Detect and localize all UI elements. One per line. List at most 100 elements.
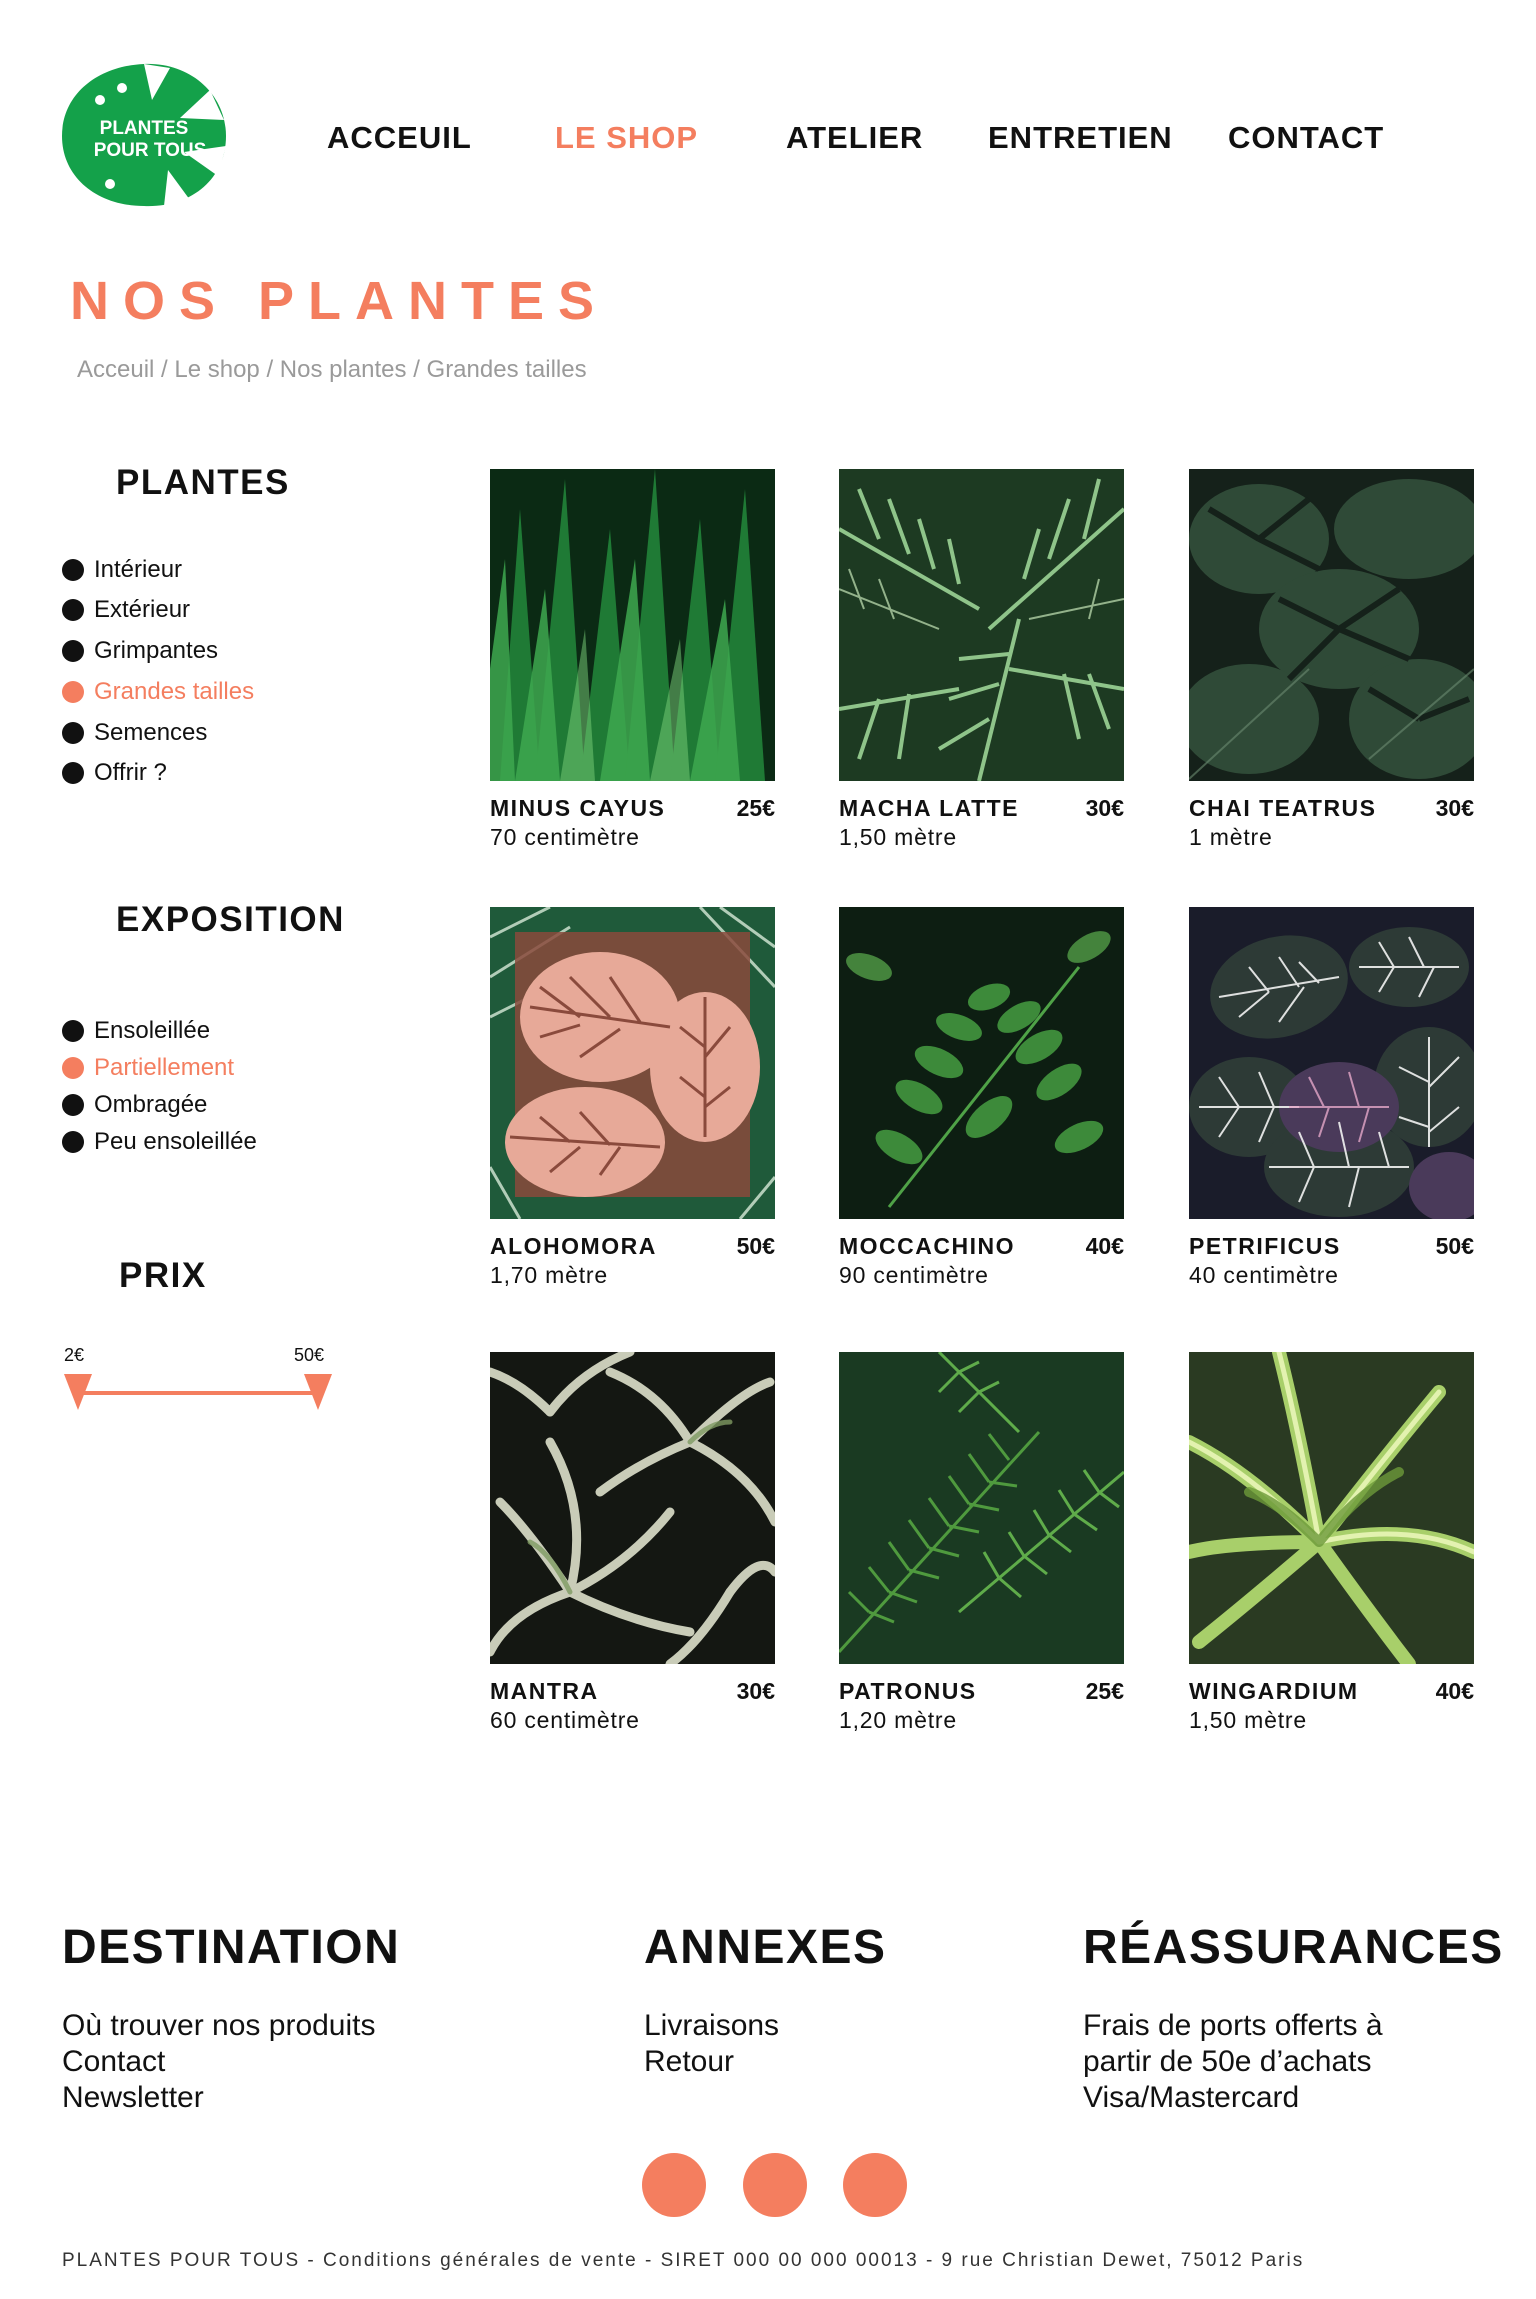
filter-offrir[interactable]: Offrir ? — [62, 753, 254, 793]
nav-le-shop[interactable]: LE SHOP — [555, 120, 698, 156]
price-slider-track — [64, 1374, 332, 1410]
footer-list-annexes: Livraisons Retour — [644, 2008, 779, 2080]
product-card[interactable]: MOCCACHINO 40€ 90 centimètre — [839, 907, 1124, 1289]
footer-text-payment: Visa/Mastercard — [1083, 2081, 1300, 2114]
nav-entretien[interactable]: ENTRETIEN — [988, 120, 1173, 156]
product-card[interactable]: CHAI TEATRUS 30€ 1 mètre — [1189, 469, 1474, 851]
product-image[interactable] — [1189, 1352, 1474, 1664]
filter-label: Peu ensoleillée — [94, 1127, 257, 1155]
product-size: 1,20 mètre — [839, 1707, 957, 1733]
filter-heading-plantes: PLANTES — [116, 463, 290, 502]
product-name: CHAI TEATRUS — [1189, 795, 1377, 821]
product-size: 1,50 mètre — [1189, 1707, 1307, 1733]
spider-plant-image — [1189, 1352, 1474, 1664]
bullet-dot-icon — [62, 681, 84, 703]
nav-atelier[interactable]: ATELIER — [786, 120, 923, 156]
product-card[interactable]: MACHA LATTE 30€ 1,50 mètre — [839, 469, 1124, 851]
filter-label: Grimpantes — [94, 637, 219, 664]
filter-ensoleillee[interactable]: Ensoleillée — [62, 1012, 257, 1049]
footer-link-retour[interactable]: Retour — [644, 2044, 779, 2080]
product-price: 30€ — [1085, 795, 1124, 821]
filter-list-exposition: Ensoleillée Partiellement Ombragée Peu e… — [62, 1012, 257, 1160]
footer-link-ou-trouver[interactable]: Où trouver nos produits — [62, 2008, 376, 2044]
product-image[interactable] — [490, 907, 775, 1219]
product-size: 60 centimètre — [490, 1707, 640, 1733]
product-size: 1,50 mètre — [839, 824, 957, 850]
product-card[interactable]: ALOHOMORA 50€ 1,70 mètre — [490, 907, 775, 1289]
product-card[interactable]: PETRIFICUS 50€ 40 centimètre — [1189, 907, 1474, 1289]
footer-text-frais-line1: Frais de ports offerts à — [1083, 2009, 1383, 2042]
product-name: MANTRA — [490, 1678, 599, 1704]
footer-link-newsletter[interactable]: Newsletter — [62, 2080, 376, 2116]
filter-partiellement[interactable]: Partiellement — [62, 1049, 257, 1086]
social-circle-icon[interactable] — [642, 2153, 706, 2217]
filter-interieur[interactable]: Intérieur — [62, 550, 254, 590]
breadcrumb[interactable]: Acceuil / Le shop / Nos plantes / Grande… — [77, 356, 587, 384]
bullet-dot-icon — [62, 762, 84, 784]
social-circle-icon[interactable] — [743, 2153, 807, 2217]
product-image[interactable] — [1189, 469, 1474, 781]
product-name: PETRIFICUS — [1189, 1233, 1341, 1259]
nav-acceuil[interactable]: ACCEUIL — [327, 120, 472, 156]
filter-ombragee[interactable]: Ombragée — [62, 1086, 257, 1123]
bullet-dot-icon — [62, 1093, 84, 1116]
logo-text-line2: POUR TOUS — [94, 140, 207, 161]
filter-semences[interactable]: Semences — [62, 712, 254, 753]
brand-logo[interactable]: PLANTES POUR TOUS — [60, 60, 228, 210]
price-min-label: 2€ — [64, 1345, 85, 1365]
product-size: 90 centimètre — [839, 1262, 989, 1288]
product-price: 25€ — [736, 795, 775, 821]
filter-grandes-tailles[interactable]: Grandes tailles — [62, 672, 254, 712]
product-size: 1 mètre — [1189, 824, 1273, 850]
filter-label: Semences — [94, 718, 208, 746]
product-image[interactable] — [490, 469, 775, 781]
footer-text-frais-line2: partir de 50e d’achats — [1083, 2045, 1372, 2078]
product-image[interactable] — [839, 469, 1124, 781]
product-card[interactable]: PATRONUS 25€ 1,20 mètre — [839, 1352, 1124, 1734]
bullet-dot-icon — [62, 599, 84, 621]
palm-fronds-image — [839, 469, 1124, 781]
filter-heading-prix: PRIX — [119, 1256, 207, 1295]
product-name: MINUS CAYUS — [490, 795, 666, 821]
product-size: 40 centimètre — [1189, 1262, 1339, 1288]
filter-list-plantes: Intérieur Extérieur Grimpantes Grandes t… — [62, 550, 254, 793]
filter-label: Extérieur — [94, 596, 191, 623]
snake-plant-leaves-image — [490, 469, 775, 781]
logo-text-line1: PLANTES — [100, 118, 189, 139]
fern-fronds-image — [839, 1352, 1124, 1664]
product-card[interactable]: MINUS CAYUS 25€ 70 centimètre — [490, 469, 775, 851]
product-price: 50€ — [1435, 1233, 1474, 1259]
price-range-slider[interactable] — [60, 1370, 340, 1420]
filter-label: Ensoleillée — [94, 1016, 211, 1044]
product-card[interactable]: MANTRA 30€ 60 centimètre — [490, 1352, 775, 1734]
product-name: WINGARDIUM — [1189, 1678, 1359, 1704]
product-price: 25€ — [1085, 1678, 1124, 1704]
filter-peu-ensoleillee[interactable]: Peu ensoleillée — [62, 1123, 257, 1160]
filter-label: Intérieur — [94, 556, 183, 583]
product-size: 70 centimètre — [490, 824, 640, 850]
product-price: 40€ — [1085, 1233, 1124, 1259]
fittonia-veined-image — [1189, 907, 1474, 1219]
filter-exterieur[interactable]: Extérieur — [62, 590, 254, 630]
footer-heading-annexes: ANNEXES — [644, 1921, 887, 1974]
monstera-dark-image — [1189, 469, 1474, 781]
air-plant-silver-image — [490, 1352, 775, 1664]
product-image[interactable] — [839, 907, 1124, 1219]
product-card[interactable]: WINGARDIUM 40€ 1,50 mètre — [1189, 1352, 1474, 1734]
footer-link-livraisons[interactable]: Livraisons — [644, 2008, 779, 2044]
footer-list-destination: Où trouver nos produits Contact Newslett… — [62, 2008, 376, 2116]
product-image[interactable] — [839, 1352, 1124, 1664]
product-image[interactable] — [1189, 907, 1474, 1219]
filter-label: Grandes tailles — [94, 678, 255, 705]
product-image[interactable] — [490, 1352, 775, 1664]
product-name: MACHA LATTE — [839, 795, 1020, 821]
bullet-dot-icon — [62, 559, 84, 581]
filter-grimpantes[interactable]: Grimpantes — [62, 630, 254, 672]
social-circle-icon[interactable] — [843, 2153, 907, 2217]
product-price: 40€ — [1435, 1678, 1474, 1704]
footer-link-contact[interactable]: Contact — [62, 2044, 376, 2080]
nav-contact[interactable]: CONTACT — [1228, 120, 1384, 156]
bullet-dot-icon — [62, 721, 84, 744]
price-max-label: 50€ — [294, 1345, 325, 1365]
footer-list-reassurances: Frais de ports offerts à partir de 50e d… — [1083, 2008, 1383, 2116]
